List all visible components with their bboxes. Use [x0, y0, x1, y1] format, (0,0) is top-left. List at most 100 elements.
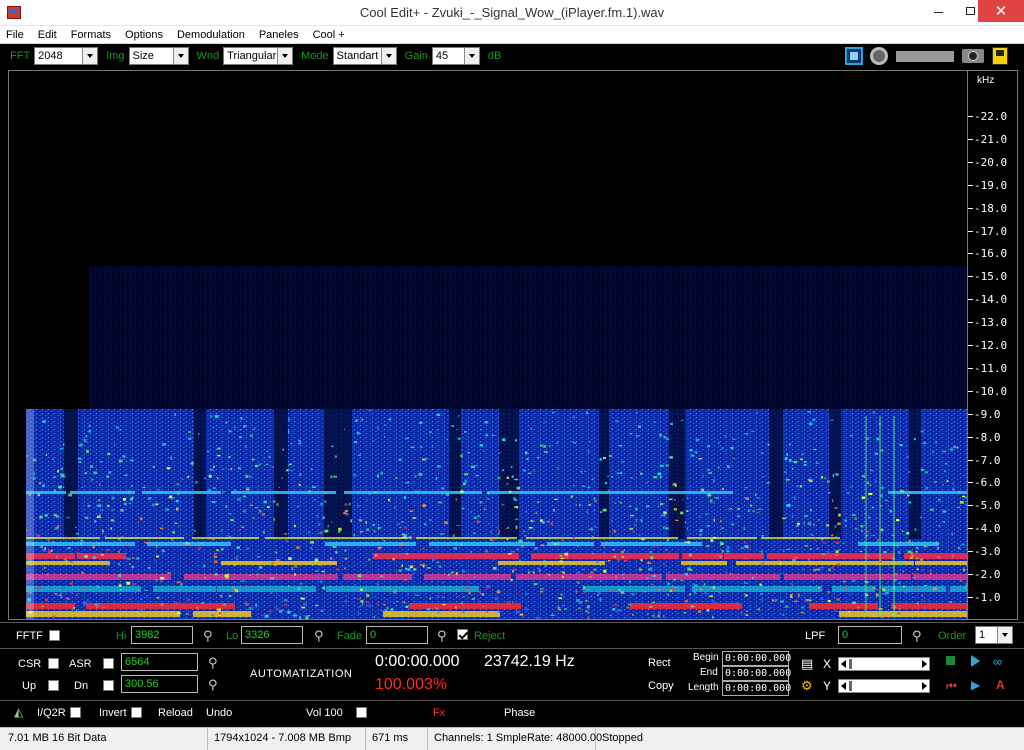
loop-icon[interactable]: ∞: [993, 654, 1002, 669]
iq-checkbox[interactable]: [70, 707, 81, 718]
camera-icon[interactable]: [962, 49, 984, 63]
spectro-speckle: [809, 599, 812, 601]
phase-button[interactable]: Phase: [504, 707, 535, 719]
fx-button[interactable]: Fx: [433, 707, 445, 719]
invert-checkbox[interactable]: [131, 707, 142, 718]
dn-checkbox[interactable]: [103, 680, 114, 691]
spectro-speckle: [405, 605, 409, 608]
chart-icon[interactable]: ◭: [14, 705, 23, 719]
menu-paneles[interactable]: Paneles: [259, 29, 299, 41]
spectro-speckle: [836, 598, 840, 601]
frame-icon[interactable]: [845, 47, 863, 65]
spectro-speckle: [904, 591, 908, 593]
step-icon[interactable]: ▶: [971, 678, 980, 692]
menu-options[interactable]: Options: [125, 29, 163, 41]
spectro-speckle: [760, 452, 764, 454]
wrench-icon[interactable]: ⚲: [437, 628, 451, 643]
end-field[interactable]: 0:00:00.000: [722, 666, 791, 681]
spectro-speckle: [237, 497, 241, 501]
spectro-speckle: [695, 438, 699, 442]
wrench-icon[interactable]: ⚲: [203, 628, 217, 643]
fft-size-select[interactable]: 2048: [34, 47, 99, 65]
status-ms: 671 ms: [368, 728, 428, 750]
arrow-right-icon[interactable]: [922, 660, 927, 668]
gain-select[interactable]: 45: [431, 47, 480, 65]
begin-field[interactable]: 0:00:00.000: [722, 651, 791, 666]
window-select[interactable]: Triangular: [223, 47, 294, 65]
reload-button[interactable]: Reload: [158, 707, 193, 719]
wrench-icon[interactable]: ⚲: [314, 628, 328, 643]
spectro-speckle: [883, 592, 887, 596]
spectro-speckle: [662, 544, 666, 547]
spectro-speckle: [775, 599, 777, 602]
x-scroll-thumb[interactable]: [849, 659, 852, 669]
length-field[interactable]: 0:00:00.000: [722, 681, 791, 696]
menu-formats[interactable]: Formats: [71, 29, 111, 41]
play-icon[interactable]: [971, 655, 980, 667]
lo-input[interactable]: 3326: [241, 626, 303, 644]
tick-label: -14.0: [974, 293, 1008, 307]
spectro-speckle: [174, 413, 176, 416]
arrow-left-icon[interactable]: [841, 682, 846, 690]
spectro-speckle: [607, 560, 611, 562]
y-scrollbar[interactable]: [838, 679, 930, 693]
spectro-speckle: [942, 450, 946, 453]
automatization-button[interactable]: AUTOMATIZATION: [250, 668, 352, 680]
save-icon[interactable]: [992, 47, 1008, 65]
menu-edit[interactable]: Edit: [38, 29, 57, 41]
lpf-input[interactable]: 0: [838, 626, 902, 644]
copy-button[interactable]: Copy: [648, 680, 674, 692]
document-search-icon[interactable]: ▤: [801, 656, 813, 672]
dn-input[interactable]: 300.56: [121, 675, 198, 693]
wrench-icon[interactable]: ⚲: [208, 677, 222, 692]
x-scrollbar[interactable]: [838, 657, 930, 671]
csr-checkbox[interactable]: [48, 658, 59, 669]
rewind-icon[interactable]: ⏮: [946, 679, 957, 694]
hi-input[interactable]: 3982: [131, 626, 193, 644]
spectro-speckle: [680, 511, 684, 515]
spectro-speckle: [305, 616, 309, 619]
order-select[interactable]: 1: [975, 626, 1013, 644]
arrow-right-icon[interactable]: [922, 682, 927, 690]
spectro-speckle: [80, 542, 82, 545]
spectro-speckle: [625, 615, 627, 617]
arrow-left-icon[interactable]: [841, 660, 846, 668]
stop-icon[interactable]: [946, 656, 955, 665]
gear-icon[interactable]: [870, 47, 888, 65]
wrench-icon[interactable]: ⚲: [208, 655, 222, 670]
menu-cool-plus[interactable]: Cool +: [313, 29, 345, 41]
khz-tick: -21.0: [968, 133, 1018, 146]
spectro-harmonic-segment: [888, 491, 967, 494]
spectro-speckle: [801, 568, 804, 570]
img-select[interactable]: Size: [128, 47, 189, 65]
spectro-speckle: [831, 534, 834, 537]
wrench-icon[interactable]: ⚲: [912, 628, 926, 643]
fade-input[interactable]: 0: [366, 626, 428, 644]
undo-button[interactable]: Undo: [206, 707, 232, 719]
close-button[interactable]: ✕: [978, 0, 1024, 22]
toolbar-slider[interactable]: [896, 51, 954, 62]
asr-input[interactable]: 6564: [121, 653, 198, 671]
spectro-speckle: [388, 498, 391, 502]
menu-demodulation[interactable]: Demodulation: [177, 29, 245, 41]
fftf-checkbox[interactable]: [49, 630, 60, 641]
zoom-icon[interactable]: ⚙: [801, 678, 813, 694]
menu-file[interactable]: File: [6, 29, 24, 41]
spectro-speckle: [490, 538, 495, 542]
y-scroll-thumb[interactable]: [849, 681, 852, 691]
a-marker-icon[interactable]: A: [996, 678, 1005, 692]
up-checkbox[interactable]: [48, 680, 59, 691]
spectro-speckle: [512, 569, 514, 573]
spectro-speckle: [528, 527, 532, 529]
spectro-speckle: [663, 514, 666, 517]
spectro-speckle: [589, 528, 594, 531]
spectrogram-view[interactable]: [9, 71, 967, 619]
asr-checkbox[interactable]: [103, 658, 114, 669]
spectro-speckle: [915, 546, 919, 549]
rect-button[interactable]: Rect: [648, 657, 671, 669]
vol-checkbox[interactable]: [356, 707, 367, 718]
spectro-speckle: [826, 480, 830, 483]
reject-checkbox[interactable]: [457, 629, 468, 640]
minimize-button[interactable]: [922, 0, 954, 22]
mode-select[interactable]: Standart: [332, 47, 397, 65]
